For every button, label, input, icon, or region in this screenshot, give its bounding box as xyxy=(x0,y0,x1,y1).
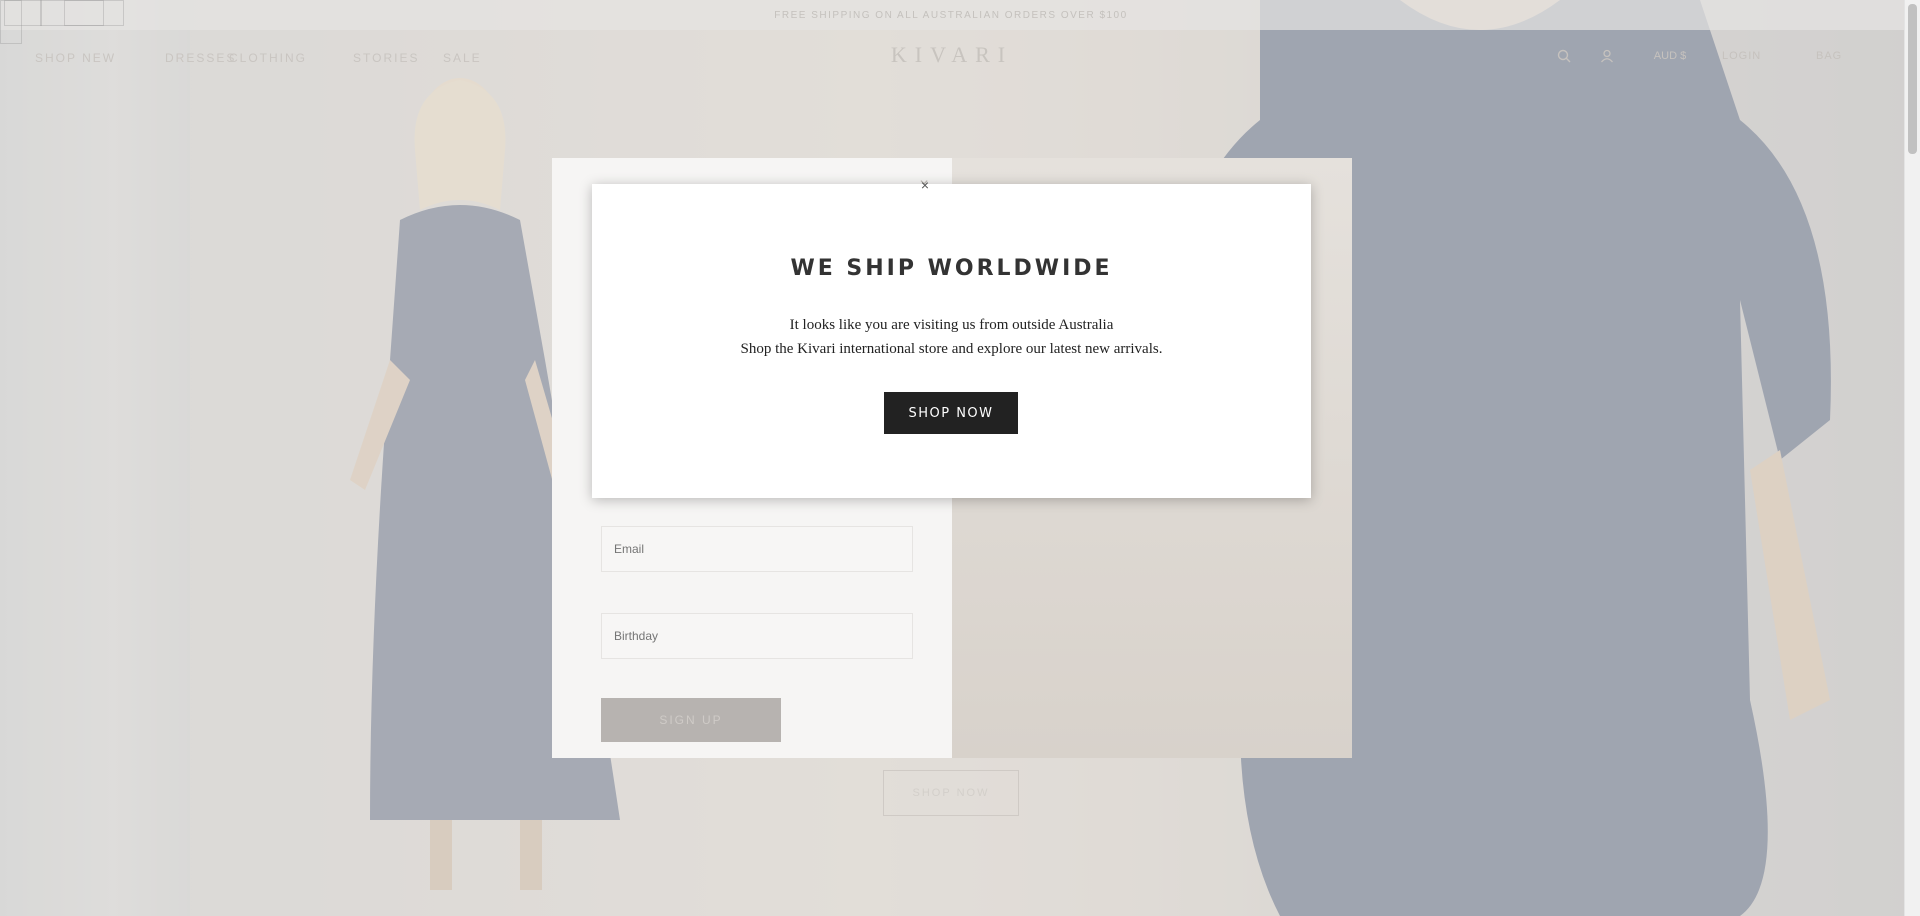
geo-modal-submessage: Shop the Kivari international store and … xyxy=(740,341,1163,357)
email-input[interactable] xyxy=(601,526,913,572)
hero-shop-now-button[interactable]: SHOP NOW xyxy=(883,770,1019,816)
skip-link-box[interactable] xyxy=(4,0,42,26)
site-header: SHOP NEW DRESSES CLOTHING STORIES SALE K… xyxy=(0,30,1904,86)
site-logo[interactable]: KIVARI xyxy=(889,42,1015,68)
shop-now-button[interactable]: SHOP NOW xyxy=(884,392,1018,434)
user-icon[interactable] xyxy=(1597,46,1617,66)
nav-link-dresses[interactable]: DRESSES xyxy=(165,48,234,68)
nav-link-sale[interactable]: SALE xyxy=(443,48,480,68)
page-scrollbar[interactable] xyxy=(1904,0,1920,916)
announcement-text: FREE SHIPPING ON ALL AUSTRALIAN ORDERS O… xyxy=(774,10,1128,21)
geo-modal-title: WE SHIP WORLDWIDE xyxy=(790,256,1113,281)
search-icon[interactable] xyxy=(1554,46,1574,66)
cart-link[interactable]: BAG xyxy=(1816,47,1868,65)
nav-link-shop-new[interactable]: SHOP NEW xyxy=(35,48,141,68)
geo-close-icon[interactable]: × xyxy=(914,174,936,196)
login-link[interactable]: LOGIN xyxy=(1722,47,1792,65)
nav-link-clothing[interactable]: CLOTHING xyxy=(229,48,329,68)
scrollbar-thumb[interactable] xyxy=(1908,4,1917,154)
geo-modal-message: It looks like you are visiting us from o… xyxy=(789,317,1114,333)
announcement-bar: FREE SHIPPING ON ALL AUSTRALIAN ORDERS O… xyxy=(0,0,1920,30)
currency-dropdown[interactable]: AUD $ xyxy=(1643,47,1697,65)
hero-text-bar xyxy=(35,636,1869,650)
signup-button[interactable]: SIGN UP xyxy=(601,698,781,742)
skip-link-box[interactable] xyxy=(64,0,124,26)
nav-link-stories[interactable]: STORIES xyxy=(353,48,419,68)
geo-redirect-modal: × WE SHIP WORLDWIDE It looks like you ar… xyxy=(592,177,1311,498)
